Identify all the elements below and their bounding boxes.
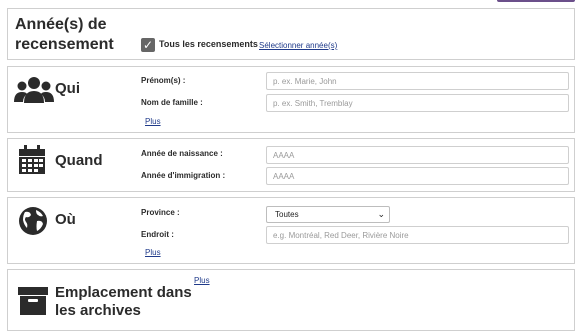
archive-more-link[interactable]: Plus <box>194 276 210 285</box>
archive-location-panel: Emplacement dans les archives Plus <box>7 269 575 331</box>
where-panel: Où Province : Toutes ⌄ Endroit : Plus <box>7 197 575 264</box>
who-more-link[interactable]: Plus <box>145 117 161 126</box>
who-title: Qui <box>55 80 80 97</box>
census-years-panel: Année(s) de recensement ✓ Tous les recen… <box>7 8 575 60</box>
census-years-title: Année(s) de recensement <box>15 16 114 53</box>
birth-year-input[interactable] <box>266 146 569 164</box>
immigration-year-input[interactable] <box>266 167 569 185</box>
top-accent-bar <box>497 0 575 2</box>
chevron-down-icon: ⌄ <box>377 209 385 219</box>
who-panel: Qui Prénom(s) : Nom de famille : Plus <box>7 66 575 133</box>
place-input[interactable] <box>266 226 569 244</box>
immigration-year-label: Année d'immigration : <box>141 171 226 180</box>
people-icon <box>14 77 54 103</box>
calendar-icon <box>19 145 45 174</box>
last-name-label: Nom de famille : <box>141 98 203 107</box>
birth-year-label: Année de naissance : <box>141 149 223 158</box>
when-title: Quand <box>55 152 103 169</box>
archive-location-title: Emplacement dans les archives <box>55 284 192 319</box>
where-title: Où <box>55 211 76 228</box>
first-name-input[interactable] <box>266 72 569 90</box>
globe-icon <box>19 207 47 235</box>
province-select[interactable]: Toutes ⌄ <box>266 206 390 223</box>
place-label: Endroit : <box>141 230 174 239</box>
all-censuses-checkbox[interactable]: ✓ <box>141 38 155 52</box>
province-label: Province : <box>141 208 180 217</box>
all-censuses-label[interactable]: Tous les recensements <box>159 39 258 49</box>
first-name-label: Prénom(s) : <box>141 76 186 85</box>
archive-box-icon <box>18 287 48 315</box>
last-name-input[interactable] <box>266 94 569 112</box>
when-panel: Quand Année de naissance : Année d'immig… <box>7 138 575 192</box>
select-years-link[interactable]: Sélectionner année(s) <box>259 41 337 50</box>
province-selected-value: Toutes <box>275 210 299 219</box>
where-more-link[interactable]: Plus <box>145 248 161 257</box>
